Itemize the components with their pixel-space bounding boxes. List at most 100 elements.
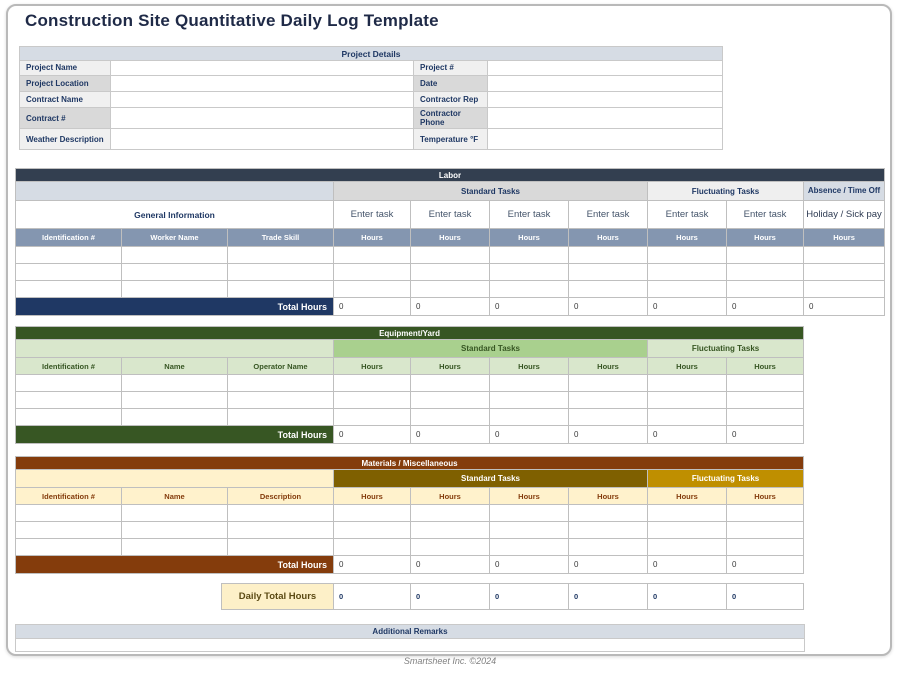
materials-data-cell[interactable] (333, 521, 411, 539)
labor-total-value[interactable]: 0 (410, 297, 490, 316)
equipment-data-cell[interactable] (15, 374, 122, 392)
materials-data-cell[interactable] (489, 521, 569, 539)
labor-holiday-sick-pay-cell[interactable]: Holiday / Sick pay (802, 200, 886, 229)
materials-data-cell[interactable] (647, 504, 727, 522)
equipment-total-value[interactable]: 0 (568, 425, 648, 444)
labor-data-cell[interactable] (568, 246, 648, 264)
equipment-data-cell[interactable] (227, 408, 334, 426)
date-field[interactable] (487, 75, 723, 92)
labor-data-cell[interactable] (568, 280, 648, 298)
materials-data-cell[interactable] (15, 504, 122, 522)
equipment-data-cell[interactable] (15, 408, 122, 426)
equipment-data-cell[interactable] (410, 391, 490, 409)
materials-data-cell[interactable] (15, 538, 122, 556)
labor-data-cell[interactable] (647, 263, 727, 281)
labor-data-cell[interactable] (410, 246, 490, 264)
labor-data-cell[interactable] (726, 246, 804, 264)
equipment-data-cell[interactable] (15, 391, 122, 409)
materials-data-cell[interactable] (410, 538, 490, 556)
materials-data-cell[interactable] (121, 504, 228, 522)
contract-name-field[interactable] (110, 91, 414, 108)
equipment-total-value[interactable]: 0 (489, 425, 569, 444)
labor-data-cell[interactable] (15, 263, 122, 281)
labor-data-cell[interactable] (333, 246, 411, 264)
equipment-data-cell[interactable] (121, 391, 228, 409)
labor-total-value[interactable]: 0 (568, 297, 648, 316)
equipment-data-cell[interactable] (333, 374, 411, 392)
project-number-field[interactable] (487, 60, 723, 76)
labor-data-cell[interactable] (726, 263, 804, 281)
equipment-data-cell[interactable] (227, 374, 334, 392)
equipment-data-cell[interactable] (647, 408, 727, 426)
materials-data-cell[interactable] (647, 521, 727, 539)
labor-enter-task-cell[interactable]: Enter task (726, 200, 804, 229)
labor-data-cell[interactable] (647, 280, 727, 298)
equipment-data-cell[interactable] (647, 391, 727, 409)
materials-data-cell[interactable] (489, 538, 569, 556)
labor-enter-task-cell[interactable]: Enter task (647, 200, 727, 229)
materials-data-cell[interactable] (227, 504, 334, 522)
materials-data-cell[interactable] (410, 504, 490, 522)
daily-total-value[interactable]: 0 (568, 583, 648, 610)
daily-total-value[interactable]: 0 (647, 583, 727, 610)
materials-data-cell[interactable] (568, 521, 648, 539)
weather-description-field[interactable] (110, 128, 414, 151)
labor-total-value[interactable]: 0 (726, 297, 804, 316)
equipment-data-cell[interactable] (568, 391, 648, 409)
additional-remarks-field[interactable] (15, 638, 805, 652)
materials-data-cell[interactable] (121, 521, 228, 539)
labor-data-cell[interactable] (227, 246, 334, 264)
labor-enter-task-cell[interactable]: Enter task (568, 200, 648, 229)
labor-enter-task-cell[interactable]: Enter task (333, 200, 411, 229)
labor-total-value[interactable]: 0 (647, 297, 727, 316)
labor-enter-task-cell[interactable]: Enter task (410, 200, 490, 229)
equipment-data-cell[interactable] (725, 408, 805, 426)
labor-total-value[interactable]: 0 (333, 297, 411, 316)
equipment-data-cell[interactable] (568, 374, 648, 392)
labor-enter-task-cell[interactable]: Enter task (489, 200, 569, 229)
daily-total-value[interactable]: 0 (333, 583, 411, 610)
daily-total-value[interactable]: 0 (726, 583, 804, 610)
equipment-data-cell[interactable] (333, 408, 411, 426)
temperature-field[interactable] (487, 128, 723, 151)
materials-data-cell[interactable] (333, 504, 411, 522)
equipment-total-value[interactable]: 0 (410, 425, 490, 444)
labor-data-cell[interactable] (333, 263, 411, 281)
labor-data-cell[interactable] (15, 280, 122, 298)
equipment-data-cell[interactable] (568, 408, 648, 426)
equipment-total-value[interactable]: 0 (725, 425, 805, 444)
materials-total-value[interactable]: 0 (647, 555, 727, 574)
labor-data-cell[interactable] (121, 263, 228, 281)
labor-data-cell[interactable] (802, 280, 886, 298)
equipment-data-cell[interactable] (489, 408, 569, 426)
materials-data-cell[interactable] (725, 521, 805, 539)
materials-total-value[interactable]: 0 (489, 555, 569, 574)
materials-total-value[interactable]: 0 (725, 555, 805, 574)
materials-data-cell[interactable] (410, 521, 490, 539)
labor-data-cell[interactable] (121, 280, 228, 298)
materials-data-cell[interactable] (227, 538, 334, 556)
labor-data-cell[interactable] (121, 246, 228, 264)
materials-data-cell[interactable] (227, 521, 334, 539)
labor-data-cell[interactable] (333, 280, 411, 298)
equipment-data-cell[interactable] (121, 408, 228, 426)
materials-total-value[interactable]: 0 (568, 555, 648, 574)
equipment-data-cell[interactable] (725, 374, 805, 392)
labor-data-cell[interactable] (802, 246, 886, 264)
contractor-phone-field[interactable] (487, 106, 723, 130)
labor-data-cell[interactable] (410, 263, 490, 281)
materials-data-cell[interactable] (489, 504, 569, 522)
materials-data-cell[interactable] (333, 538, 411, 556)
labor-data-cell[interactable] (489, 263, 569, 281)
equipment-data-cell[interactable] (227, 391, 334, 409)
equipment-data-cell[interactable] (410, 374, 490, 392)
contract-number-field[interactable] (110, 106, 414, 130)
labor-data-cell[interactable] (726, 280, 804, 298)
labor-data-cell[interactable] (15, 246, 122, 264)
labor-data-cell[interactable] (489, 280, 569, 298)
materials-data-cell[interactable] (568, 538, 648, 556)
materials-data-cell[interactable] (121, 538, 228, 556)
labor-data-cell[interactable] (568, 263, 648, 281)
materials-data-cell[interactable] (647, 538, 727, 556)
materials-data-cell[interactable] (725, 504, 805, 522)
